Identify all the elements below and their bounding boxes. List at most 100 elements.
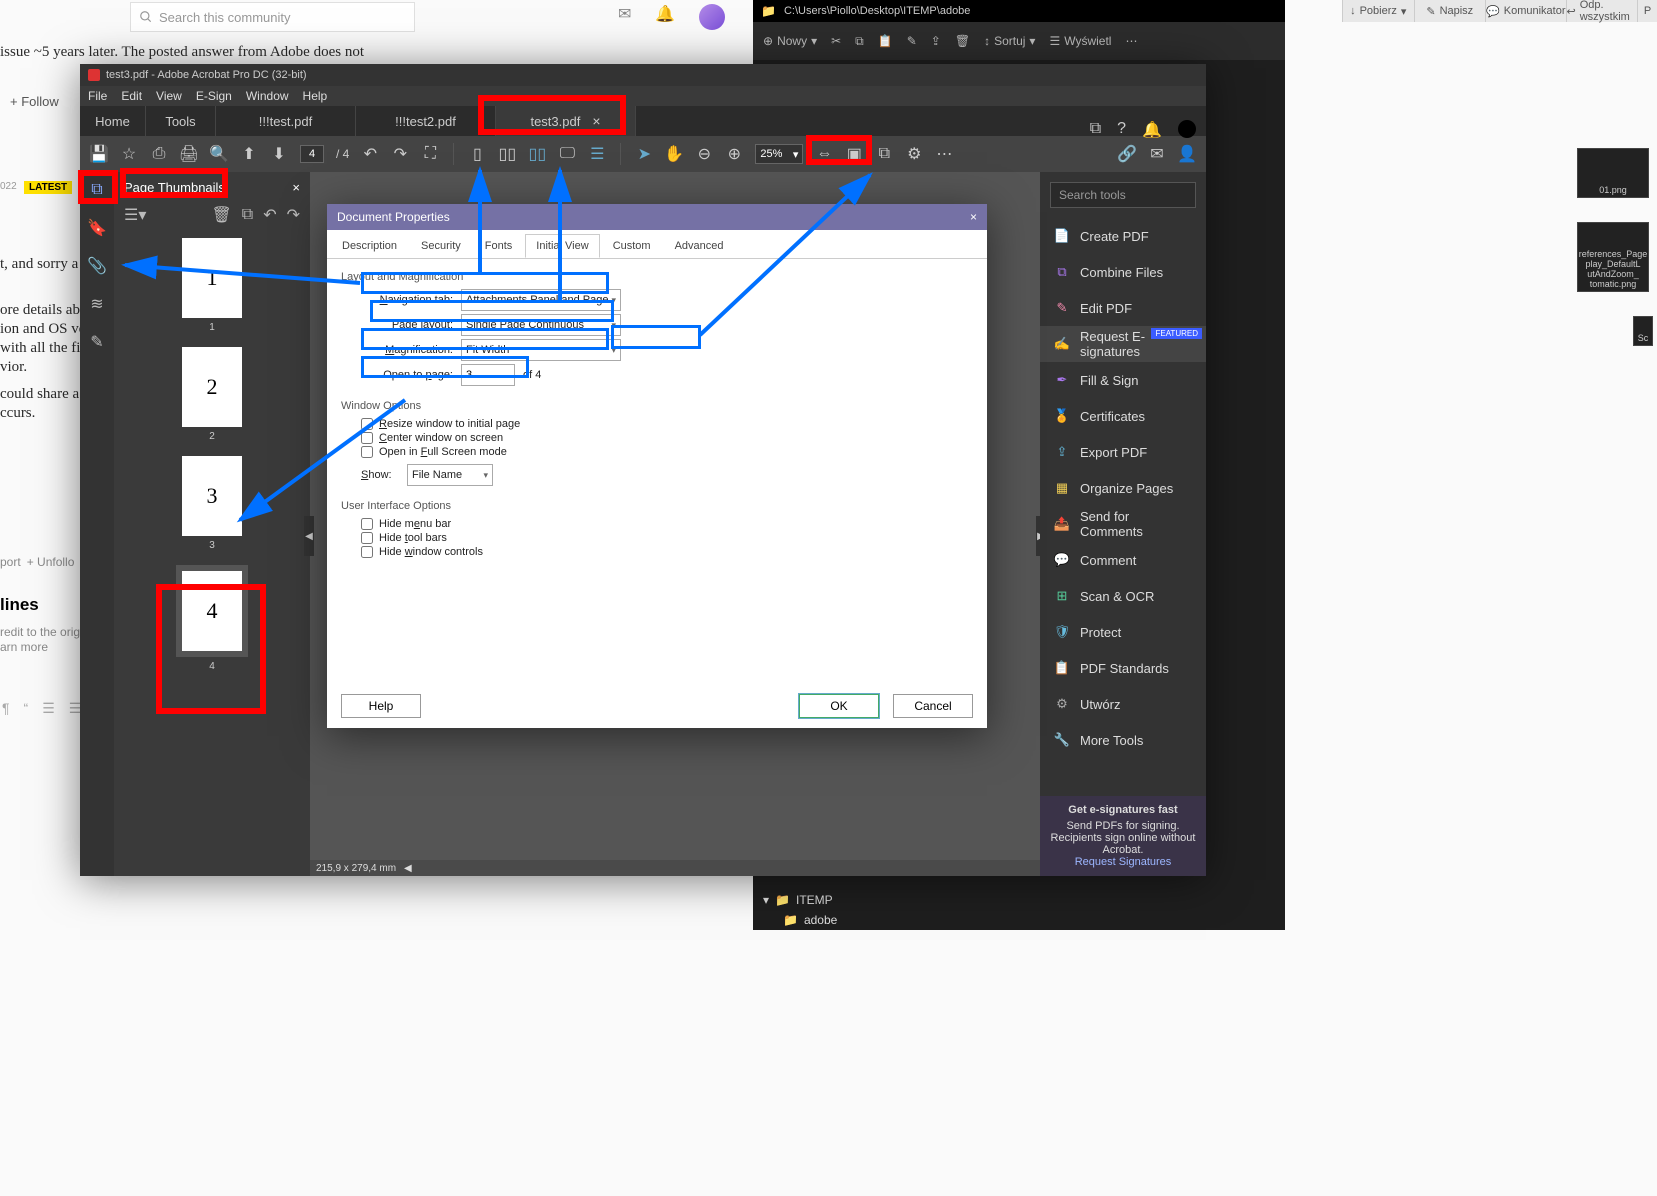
down-icon[interactable]: ⬇ — [270, 145, 288, 163]
link-icon[interactable]: 🔗 — [1118, 145, 1136, 163]
tool-create-pdf[interactable]: 📄Create PDF — [1040, 218, 1206, 254]
tool-utworz[interactable]: ⚙Utwórz — [1040, 686, 1206, 722]
tool-organize[interactable]: ▦Organize Pages — [1040, 470, 1206, 506]
zoom-out-icon[interactable]: ⊖ — [695, 145, 713, 163]
paste-icon[interactable]: 📋 — [878, 34, 893, 48]
bookmark-icon[interactable]: 🔖 — [87, 218, 107, 238]
tool-scan-ocr[interactable]: ⊞Scan & OCR — [1040, 578, 1206, 614]
cut-icon[interactable]: ✂ — [831, 34, 841, 48]
menu-esign[interactable]: E-Sign — [196, 89, 232, 103]
menu-window[interactable]: Window — [246, 89, 289, 103]
print-preview-icon[interactable]: ⎙ — [150, 145, 168, 163]
tools-icon[interactable]: ⚙ — [905, 145, 923, 163]
menu-edit[interactable]: Edit — [121, 89, 142, 103]
bell-icon[interactable]: 🔔 — [1142, 120, 1162, 140]
file-thumb[interactable]: Sc — [1633, 316, 1653, 346]
read-aloud-icon[interactable]: ⧉ — [875, 145, 893, 163]
fit-page-icon[interactable]: ⛶ — [421, 145, 439, 163]
numbered-list-icon[interactable]: ☰ — [42, 700, 55, 717]
thumbnail-item[interactable]: 11 — [182, 238, 242, 333]
thumbnail-item-selected[interactable]: 44 — [176, 565, 248, 672]
menu-help[interactable]: Help — [303, 89, 328, 103]
continuous-icon[interactable]: ▯▯ — [528, 145, 546, 163]
format-icon[interactable]: “ — [24, 700, 29, 717]
fullscreen-checkbox[interactable]: Open in Full Screen mode — [361, 446, 973, 458]
thumbnail-item[interactable]: 22 — [182, 347, 242, 442]
tool-send-comments[interactable]: 📤Send for Comments — [1040, 506, 1206, 542]
zoom-in-icon[interactable]: ⊕ — [725, 145, 743, 163]
tool-standards[interactable]: 📋PDF Standards — [1040, 650, 1206, 686]
tab-document[interactable]: !!!test2.pdf — [356, 106, 496, 136]
promo-link[interactable]: Request Signatures — [1048, 856, 1198, 868]
tab-fonts[interactable]: Fonts — [474, 234, 524, 258]
tool-certificates[interactable]: 🏅Certificates — [1040, 398, 1206, 434]
resize-checkbox[interactable]: Resize window to initial page — [361, 418, 973, 430]
close-icon[interactable]: × — [970, 210, 977, 224]
tool-protect[interactable]: 🛡Protect — [1040, 614, 1206, 650]
tools-search[interactable]: Search tools — [1050, 182, 1196, 208]
rotate-cw-icon[interactable]: ↷ — [287, 205, 300, 225]
share-icon[interactable]: 👤 — [1178, 145, 1196, 163]
menu-view[interactable]: View — [156, 89, 182, 103]
hide-toolbar-checkbox[interactable]: Hide tool bars — [361, 532, 973, 544]
reading-mode-icon[interactable]: 🖵 — [558, 145, 576, 163]
top-tab[interactable]: 💬 Komunikator — [1485, 0, 1565, 22]
help-icon[interactable]: ? — [1117, 120, 1126, 140]
nav-tab-select[interactable]: Attachments Panel and Page — [461, 289, 621, 311]
report-link[interactable]: port + Unfollo — [0, 555, 74, 570]
show-select[interactable]: File Name — [407, 464, 493, 486]
account-icon[interactable] — [1178, 120, 1196, 138]
menu-lines-icon[interactable]: ☰ — [588, 145, 606, 163]
tree-item[interactable]: ▾ 📁 ITEMP — [763, 890, 837, 910]
tool-esign[interactable]: ✍Request E-signaturesFEATURED — [1040, 326, 1206, 362]
magnification-select[interactable]: Fit Width — [461, 339, 621, 361]
rename-icon[interactable]: ✎ — [907, 34, 917, 48]
share-icon[interactable]: ⇪ — [931, 34, 941, 48]
scroll-left-icon[interactable]: ◀ — [404, 863, 412, 874]
star-icon[interactable]: ☆ — [120, 145, 138, 163]
menu-file[interactable]: File — [88, 89, 107, 103]
page-layout-select[interactable]: Single Page Continuous — [461, 314, 621, 336]
hand-icon[interactable]: ✋ — [665, 145, 683, 163]
open-page-input[interactable] — [461, 364, 515, 386]
top-tab[interactable]: P — [1637, 0, 1657, 22]
search-icon[interactable]: 🔍 — [210, 145, 228, 163]
follow-button[interactable]: + Follow — [10, 94, 59, 109]
top-tab[interactable]: ✎ Napisz — [1414, 0, 1486, 22]
more-icon[interactable]: ⋯ — [1125, 34, 1137, 48]
close-icon[interactable]: × — [592, 113, 600, 129]
tool-export[interactable]: ⇪Export PDF — [1040, 434, 1206, 470]
bell-icon[interactable]: 🔔 — [655, 4, 675, 30]
hide-menu-checkbox[interactable]: Hide menu bar — [361, 518, 973, 530]
options-icon[interactable]: ☰▾ — [124, 205, 146, 225]
rotate-ccw-icon[interactable]: ↶ — [263, 205, 276, 225]
screen-icon[interactable]: ⧉ — [1090, 120, 1101, 140]
fit-width-icon[interactable]: ⇔ — [815, 145, 833, 163]
tab-custom[interactable]: Custom — [602, 234, 662, 258]
save-icon[interactable]: 💾 — [90, 145, 108, 163]
learn-more-link[interactable]: arn more — [0, 640, 48, 654]
sort-button[interactable]: ↕ Sortuj ▾ — [984, 34, 1035, 48]
print-icon[interactable]: 🖨 — [180, 145, 198, 163]
new-button[interactable]: ⊕ Nowy ▾ — [763, 34, 817, 48]
help-button[interactable]: Help — [341, 694, 421, 718]
copy-icon[interactable]: ⧉ — [855, 34, 864, 49]
attachment-icon[interactable]: 📎 — [87, 256, 107, 276]
hide-window-checkbox[interactable]: Hide window controls — [361, 546, 973, 558]
presentation-icon[interactable]: ▣ — [845, 145, 863, 163]
tab-document-active[interactable]: test3.pdf× — [496, 106, 636, 136]
community-search[interactable]: Search this community — [130, 2, 415, 32]
mail-icon[interactable]: ✉ — [1148, 145, 1166, 163]
center-checkbox[interactable]: Center window on screen — [361, 432, 973, 444]
expand-handle[interactable]: ◀ — [304, 516, 314, 556]
extract-icon[interactable]: ⧉ — [242, 206, 253, 224]
tab-security[interactable]: Security — [410, 234, 472, 258]
tool-more[interactable]: 🔧More Tools — [1040, 722, 1206, 758]
tool-edit-pdf[interactable]: ✎Edit PDF — [1040, 290, 1206, 326]
top-tab[interactable]: ↩ Odp. wszystkim — [1566, 0, 1638, 22]
view-button[interactable]: ☰ Wyświetl — [1049, 34, 1111, 48]
layers-icon[interactable]: ≋ — [87, 294, 107, 314]
tab-advanced[interactable]: Advanced — [664, 234, 735, 258]
two-page-icon[interactable]: ▯▯ — [498, 145, 516, 163]
more-icon[interactable]: ⋯ — [935, 145, 953, 163]
